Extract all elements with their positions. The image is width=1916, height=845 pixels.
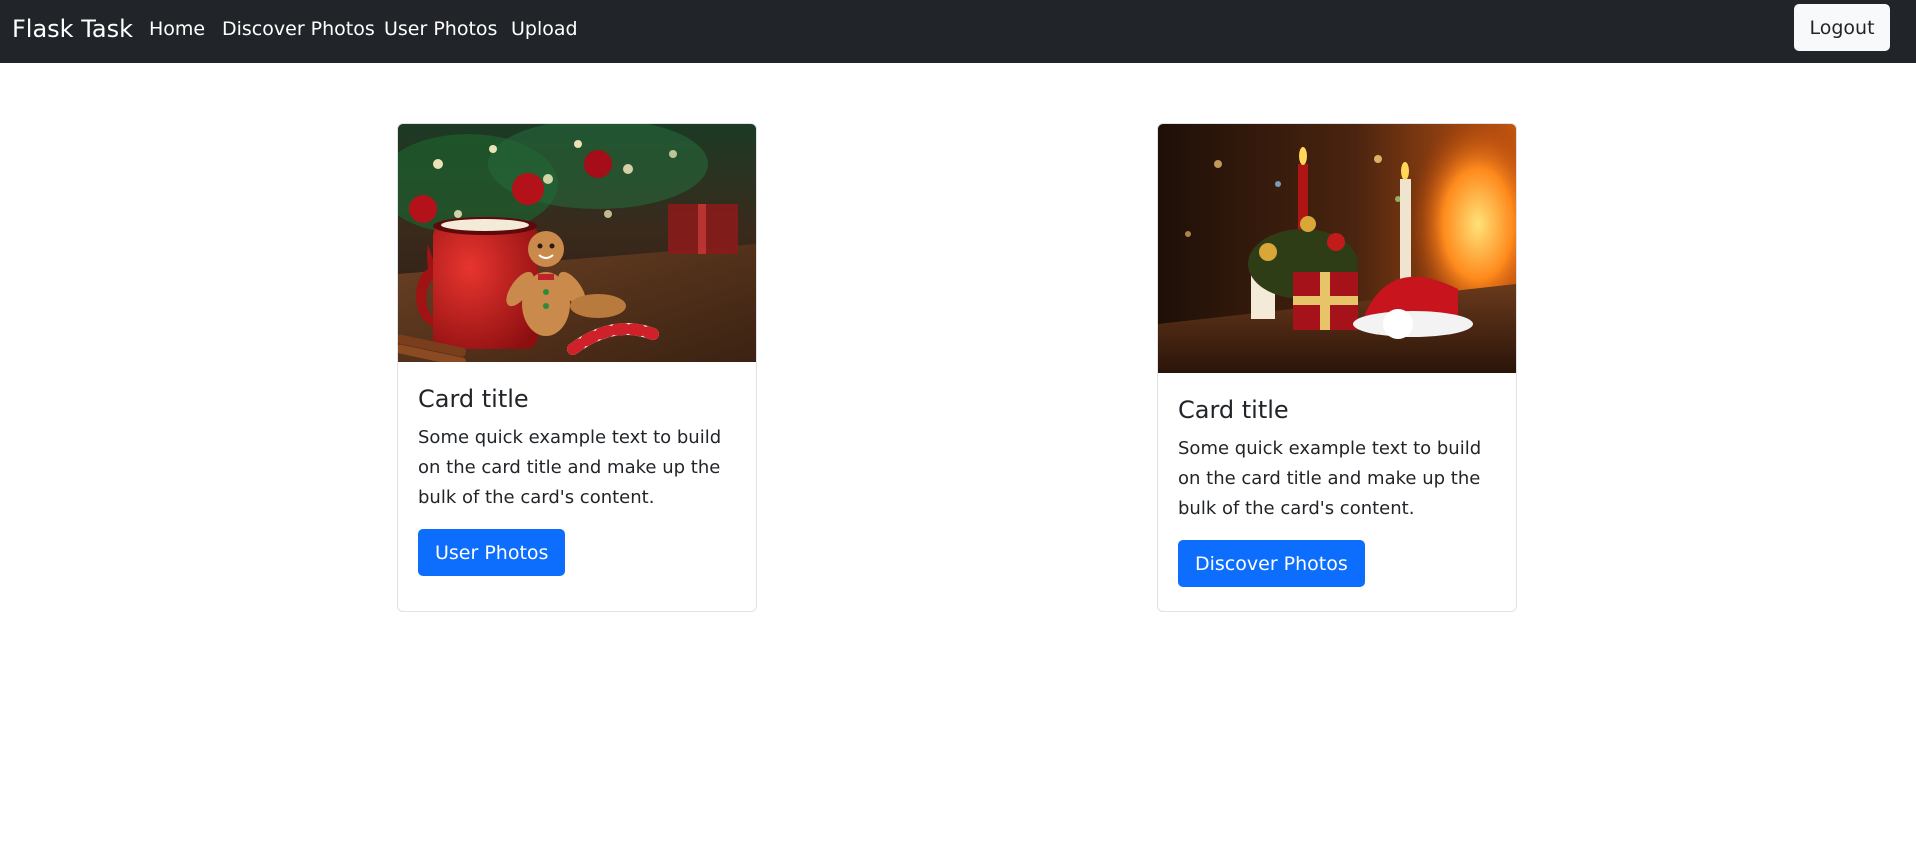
christmas-mug-photo xyxy=(398,124,756,362)
brand-link[interactable]: Flask Task xyxy=(12,14,133,44)
card-discover-photos: Card title Some quick example text to bu… xyxy=(1157,123,1517,612)
card-title: Card title xyxy=(418,385,529,413)
discover-photos-button[interactable]: Discover Photos xyxy=(1178,540,1365,587)
card-body: Card title Some quick example text to bu… xyxy=(1178,395,1496,587)
card-text: Some quick example text to build on the … xyxy=(418,427,722,508)
user-photos-button[interactable]: User Photos xyxy=(418,529,566,576)
nav-link-user-photos[interactable]: User Photos xyxy=(384,17,497,41)
nav-link-discover-photos[interactable]: Discover Photos xyxy=(222,17,375,41)
card-body: Card title Some quick example text to bu… xyxy=(418,384,736,576)
logout-button[interactable]: Logout xyxy=(1794,4,1890,51)
nav-link-home[interactable]: Home xyxy=(149,17,205,41)
christmas-candles-photo xyxy=(1158,124,1516,373)
top-navbar: Flask Task Home Discover Photos User Pho… xyxy=(0,0,1916,63)
card-title: Card title xyxy=(1178,396,1289,424)
nav-link-upload[interactable]: Upload xyxy=(511,17,578,41)
card-user-photos: Card title Some quick example text to bu… xyxy=(397,123,757,612)
card-text: Some quick example text to build on the … xyxy=(1178,438,1482,519)
